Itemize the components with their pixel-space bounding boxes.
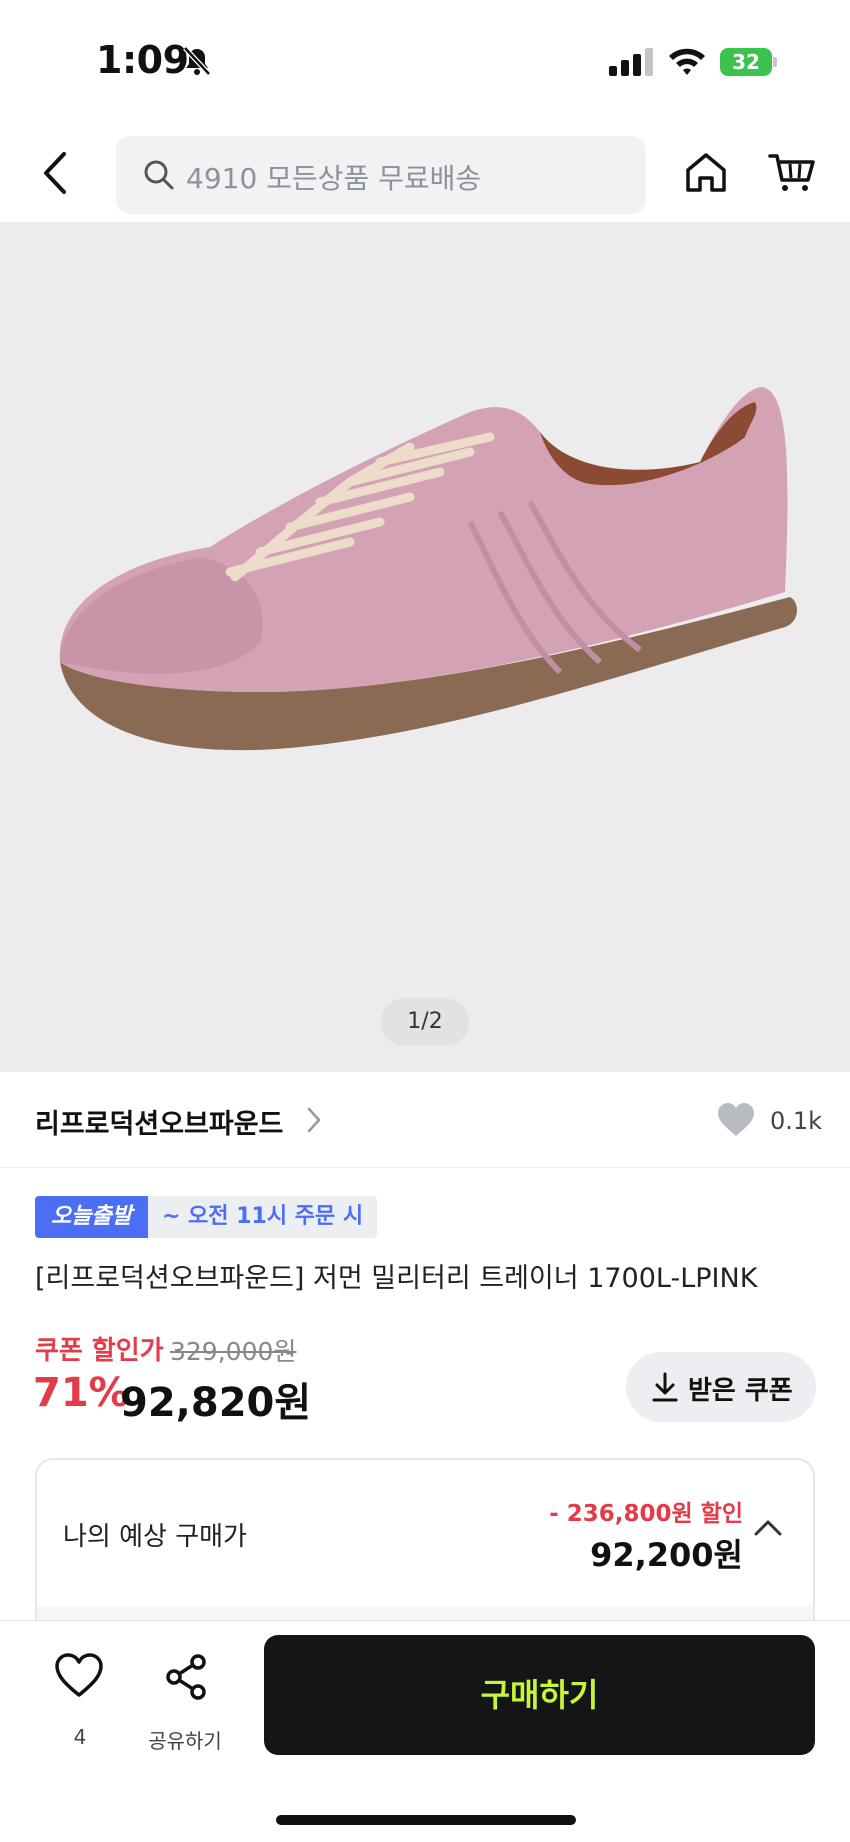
brand-name[interactable]: 리프로덕션오브파운드 [35, 1102, 283, 1141]
coupon-price-label: 쿠폰 할인가 [35, 1336, 164, 1366]
chevron-up-icon[interactable] [753, 1518, 783, 1538]
received-coupon-button[interactable]: 받은 쿠폰 [626, 1352, 816, 1422]
delivery-badges: 오늘출발 ~ 오전 11시 주문 시 [35, 1196, 378, 1238]
estimate-label: 나의 예상 구매가 [63, 1522, 247, 1552]
estimate-discount: - 236,800원 할인 [549, 1501, 743, 1527]
heart-outline-icon [55, 1653, 103, 1697]
wishlist-button[interactable]: 4 [40, 1653, 120, 1763]
status-time: 1:09 [96, 38, 189, 82]
buy-button[interactable]: 구매하기 [264, 1635, 815, 1755]
image-page-indicator: 1/2 [381, 998, 469, 1046]
estimate-price: 92,200원 [590, 1536, 743, 1574]
search-icon [144, 160, 174, 190]
wifi-icon [669, 48, 705, 75]
battery-level: 32 [732, 50, 760, 74]
share-icon [166, 1654, 206, 1700]
download-icon [652, 1372, 678, 1402]
status-bar: 1:09 32 [0, 0, 850, 120]
share-button[interactable]: 공유하기 [140, 1653, 230, 1763]
bottom-action-bar: 4 공유하기 구매하기 [0, 1620, 850, 1842]
signal-icon [609, 48, 653, 76]
product-title: [리프로덕션오브파운드] 저먼 밀리터리 트레이너 1700L-LPINK [35, 1263, 758, 1294]
header: 4910 모든상품 무료배송 [0, 120, 850, 222]
like-count: 0.1k [770, 1107, 823, 1135]
back-button[interactable] [34, 148, 78, 198]
cart-icon[interactable] [768, 150, 816, 194]
search-input[interactable]: 4910 모든상품 무료배송 [116, 136, 646, 214]
original-price: 329,000원 [170, 1337, 297, 1366]
pink-sneaker-image [59, 387, 797, 751]
home-indicator [276, 1815, 576, 1825]
bell-muted-icon [183, 46, 211, 76]
ship-cutoff-badge: ~ 오전 11시 주문 시 [147, 1196, 378, 1238]
wishlist-count: 4 [73, 1725, 87, 1749]
search-placeholder: 4910 모든상품 무료배송 [186, 162, 482, 195]
heart-icon[interactable] [716, 1102, 756, 1138]
discount-rate: 71% [33, 1370, 129, 1416]
today-ship-badge: 오늘출발 [35, 1196, 148, 1238]
product-image[interactable]: 1/2 [0, 222, 850, 1072]
coupon-button-label: 받은 쿠폰 [688, 1376, 793, 1406]
home-icon[interactable] [684, 150, 728, 194]
battery-icon: 32 [720, 48, 778, 76]
brand-row[interactable]: 리프로덕션오브파운드 0.1k [0, 1072, 850, 1168]
sale-price: 92,820원 [120, 1380, 312, 1426]
chevron-right-icon [307, 1107, 321, 1133]
share-label: 공유하기 [148, 1729, 222, 1753]
